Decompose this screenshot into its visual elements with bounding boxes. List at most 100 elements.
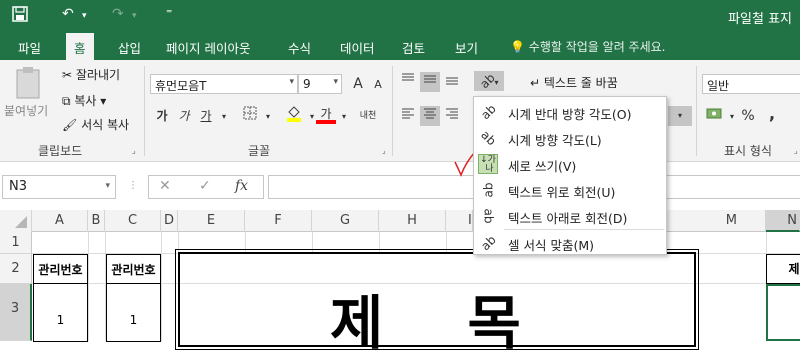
cancel-icon[interactable]: ✕ <box>159 178 171 194</box>
menu-item-counterclockwise[interactable]: ab 시계 반대 방향 각도(O) <box>474 99 666 125</box>
column-header-f[interactable]: F <box>245 210 312 232</box>
row-header-1[interactable]: 1 <box>0 232 32 254</box>
column-header-h[interactable]: H <box>379 210 446 232</box>
column-header-m[interactable]: M <box>667 210 766 232</box>
tab-insert[interactable]: 삽입 <box>118 38 141 57</box>
gridline <box>245 232 246 252</box>
customize-qat-icon[interactable]: ⁼ <box>166 6 172 20</box>
underline-dropdown-icon[interactable]: ▾ <box>214 107 234 127</box>
tab-formulas[interactable]: 수식 <box>288 38 311 57</box>
borders-dropdown-icon[interactable]: ▾ <box>258 107 278 127</box>
font-launcher-icon[interactable]: ⌟ <box>382 146 386 155</box>
align-center-icon[interactable] <box>420 106 440 126</box>
paintbrush-icon: 🖌 <box>62 118 82 132</box>
paste-button[interactable]: 붙여넣기 <box>4 102 48 119</box>
percent-style-button[interactable]: % <box>738 106 758 126</box>
format-cell-alignment-icon: ab <box>477 232 499 254</box>
wrap-text-button[interactable]: ↵ 텍스트 줄 바꿈 <box>530 74 618 91</box>
column-header-d[interactable]: D <box>161 210 178 232</box>
copy-button[interactable]: ⧉ 복사 ▾ <box>62 92 106 109</box>
cell-n2[interactable]: 제 <box>784 260 800 277</box>
insert-function-button[interactable]: fx <box>235 178 248 194</box>
column-header-a[interactable]: A <box>32 210 88 232</box>
selected-cell-n3[interactable] <box>766 284 800 341</box>
column-header-c[interactable]: C <box>105 210 161 232</box>
align-right-icon[interactable] <box>442 106 462 126</box>
bold-button[interactable]: 가 <box>152 106 172 126</box>
font-size-combo[interactable]: 9 ▾ <box>298 74 342 94</box>
menu-item-vertical-text[interactable]: ↓가 나 세로 쓰기(V) <box>474 151 666 177</box>
cell-a2[interactable]: 관리번호 <box>33 261 88 278</box>
menu-item-label: 셀 서식 맞춤(M) <box>508 238 594 253</box>
clipboard-launcher-icon[interactable]: ⌟ <box>132 146 136 155</box>
orientation-icon: ab <box>476 70 498 92</box>
number-format-combo[interactable]: 일반 <box>702 74 800 94</box>
angle-clockwise-icon: ab <box>477 127 499 149</box>
underline-button[interactable]: 가 <box>196 106 216 126</box>
column-header-n[interactable]: N <box>766 210 800 232</box>
column-header-i[interactable]: I <box>446 210 473 232</box>
title-bar: ↶ ▾ ↷ ▾ ⁼ 파일철 표지 <box>0 0 800 33</box>
menu-item-format-cell-alignment[interactable]: ab 셀 서식 맞춤(M) <box>474 230 666 256</box>
name-box-value: N3 <box>9 179 27 194</box>
undo-dropdown-icon[interactable]: ▾ <box>82 11 87 21</box>
tab-view[interactable]: 보기 <box>455 38 478 57</box>
tab-file[interactable]: 파일 <box>18 38 41 57</box>
enter-icon[interactable]: ✓ <box>199 178 211 194</box>
decrease-font-icon[interactable]: A <box>368 75 388 95</box>
tab-home[interactable]: 홈 <box>66 33 94 60</box>
redo-dropdown-icon[interactable]: ▾ <box>132 11 137 21</box>
cell-c2[interactable]: 관리번호 <box>106 261 161 278</box>
borders-icon[interactable] <box>240 106 260 126</box>
tab-review[interactable]: 검토 <box>402 38 425 57</box>
rotate-text-up-icon: ab <box>480 182 495 198</box>
cell-e3-title[interactable]: 제 목 <box>330 276 560 360</box>
undo-icon[interactable]: ↶ <box>62 6 74 22</box>
tab-data[interactable]: 데이터 <box>340 38 375 57</box>
number-format-value: 일반 <box>707 79 730 93</box>
increase-font-icon[interactable]: A <box>348 74 368 94</box>
tell-me-box[interactable]: 💡 수행할 작업을 알려 주세요. <box>510 38 665 55</box>
redo-icon[interactable]: ↷ <box>112 6 124 22</box>
save-icon[interactable] <box>12 6 28 26</box>
tab-page-layout[interactable]: 페이지 레이아웃 <box>166 38 250 57</box>
copy-icon: ⧉ <box>62 94 75 108</box>
italic-button[interactable]: 가 <box>174 106 194 126</box>
clipboard-icon[interactable] <box>14 66 48 100</box>
format-painter-button[interactable]: 🖌 서식 복사 <box>62 116 129 133</box>
number-launcher-icon[interactable]: ⌟ <box>794 146 798 155</box>
column-header-g[interactable]: G <box>312 210 379 232</box>
cell-c3[interactable]: 1 <box>106 313 161 327</box>
align-middle-icon[interactable] <box>420 72 440 92</box>
fill-color-icon[interactable] <box>284 104 304 124</box>
phonetic-icon[interactable]: 내천 <box>358 106 378 126</box>
orientation-button[interactable]: ab▾ <box>474 71 504 91</box>
cell-a3[interactable]: 1 <box>33 313 88 327</box>
align-top-icon[interactable] <box>398 72 418 92</box>
formula-buttons: ✕ ✓ fx <box>148 175 264 199</box>
name-box[interactable]: N3 ▾ <box>2 175 116 199</box>
accounting-format-icon[interactable] <box>704 106 724 126</box>
cut-button[interactable]: ✂ 잘라내기 <box>62 66 120 83</box>
select-all-button[interactable] <box>0 210 32 232</box>
menu-item-label: 세로 쓰기(V) <box>508 159 577 174</box>
align-bottom-icon[interactable] <box>442 72 462 92</box>
column-header-bar: A B C D E F G H I M N <box>0 210 800 232</box>
font-name-combo[interactable]: 휴먼모음T ▾ <box>150 74 298 94</box>
chevron-down-icon: ▾ <box>105 181 110 191</box>
menu-item-rotate-down[interactable]: ab 텍스트 아래로 회전(D) <box>474 203 666 229</box>
menu-item-rotate-up[interactable]: ab 텍스트 위로 회전(U) <box>474 177 666 203</box>
column-header-e[interactable]: E <box>178 210 245 232</box>
column-header-b[interactable]: B <box>88 210 105 232</box>
row-header-2[interactable]: 2 <box>0 254 32 284</box>
gridline <box>312 232 313 252</box>
copy-label: 복사 <box>74 94 97 108</box>
cell-border <box>106 283 161 284</box>
row-header-3[interactable]: 3 <box>0 284 32 341</box>
comma-style-button[interactable]: , <box>762 104 782 124</box>
font-color-button[interactable]: 가 <box>316 104 336 124</box>
align-left-icon[interactable] <box>398 106 418 126</box>
merge-dropdown-icon[interactable]: ▾ <box>668 106 692 126</box>
font-color-dropdown-icon[interactable]: ▾ <box>334 107 354 127</box>
menu-item-clockwise[interactable]: ab 시계 방향 각도(L) <box>474 125 666 151</box>
